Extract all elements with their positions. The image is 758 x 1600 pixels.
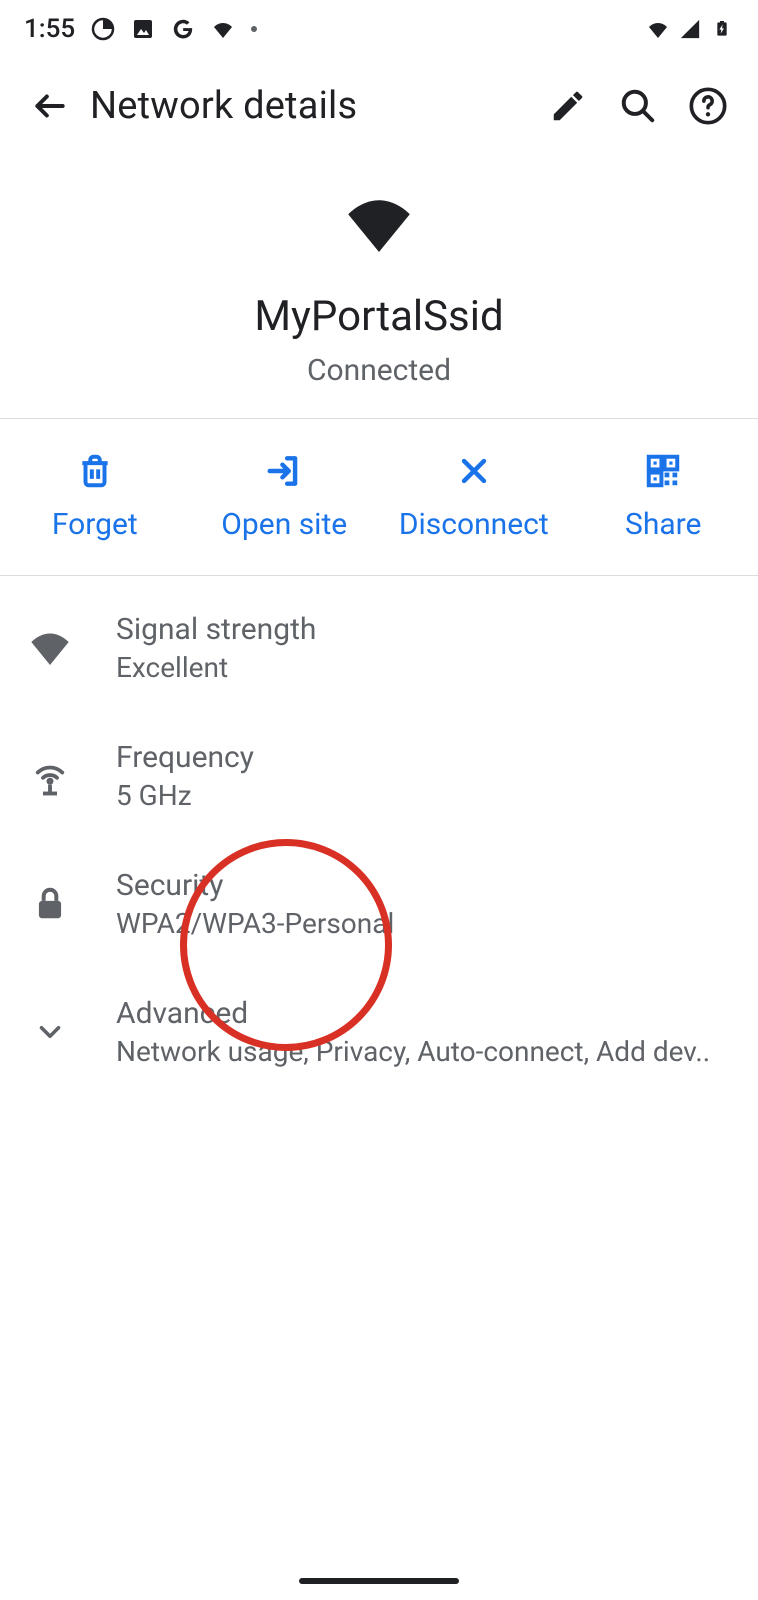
status-time: 1:55 bbox=[24, 14, 75, 44]
advanced-value: Network usage, Privacy, Auto-connect, Ad… bbox=[116, 1035, 730, 1068]
security-label: Security bbox=[116, 868, 730, 903]
signal-strength-row[interactable]: Signal strength Excellent bbox=[0, 584, 758, 712]
frequency-row[interactable]: Frequency 5 GHz bbox=[0, 712, 758, 840]
security-row[interactable]: Security WPA2/WPA3-Personal bbox=[0, 840, 758, 968]
status-dot-icon bbox=[251, 26, 257, 32]
qr-code-icon bbox=[643, 451, 683, 491]
open-site-button[interactable]: Open site bbox=[190, 419, 380, 575]
share-label: Share bbox=[625, 507, 701, 543]
image-icon bbox=[131, 17, 155, 41]
chevron-down-icon bbox=[28, 1010, 72, 1054]
trash-icon bbox=[75, 451, 115, 491]
frequency-label: Frequency bbox=[116, 740, 730, 775]
edit-button[interactable] bbox=[538, 76, 598, 136]
wifi-icon bbox=[343, 196, 415, 252]
network-ssid: MyPortalSsid bbox=[254, 292, 503, 341]
battery-charging-icon bbox=[710, 17, 734, 41]
advanced-label: Advanced bbox=[116, 996, 730, 1031]
wifi-status-icon bbox=[646, 17, 670, 41]
search-button[interactable] bbox=[608, 76, 668, 136]
network-header: MyPortalSsid Connected bbox=[0, 166, 758, 418]
signal-value: Excellent bbox=[116, 651, 730, 684]
lock-icon bbox=[28, 882, 72, 926]
frequency-value: 5 GHz bbox=[116, 779, 730, 812]
signal-label: Signal strength bbox=[116, 612, 730, 647]
open-site-label: Open site bbox=[221, 507, 347, 543]
cellular-signal-icon bbox=[678, 17, 702, 41]
enter-icon bbox=[264, 451, 304, 491]
disconnect-button[interactable]: Disconnect bbox=[379, 419, 569, 575]
disconnect-label: Disconnect bbox=[399, 507, 549, 543]
status-bar: 1:55 bbox=[0, 0, 758, 56]
navigation-pill[interactable] bbox=[299, 1578, 459, 1584]
back-button[interactable] bbox=[20, 76, 80, 136]
help-button[interactable] bbox=[678, 76, 738, 136]
forget-label: Forget bbox=[52, 507, 138, 543]
wifi-status-icon bbox=[211, 17, 235, 41]
page-title: Network details bbox=[90, 84, 528, 128]
wifi-icon bbox=[28, 626, 72, 670]
security-value: WPA2/WPA3-Personal bbox=[116, 907, 730, 940]
google-icon bbox=[171, 17, 195, 41]
share-button[interactable]: Share bbox=[569, 419, 758, 575]
data-saver-icon bbox=[91, 17, 115, 41]
detail-list: Signal strength Excellent Frequency 5 GH… bbox=[0, 576, 758, 1104]
close-icon bbox=[454, 451, 494, 491]
forget-button[interactable]: Forget bbox=[0, 419, 190, 575]
advanced-row[interactable]: Advanced Network usage, Privacy, Auto-co… bbox=[0, 968, 758, 1096]
actions-row: Forget Open site Disconnect bbox=[0, 418, 758, 576]
antenna-icon bbox=[28, 754, 72, 798]
app-bar: Network details bbox=[0, 56, 758, 166]
connection-status: Connected bbox=[307, 353, 451, 388]
